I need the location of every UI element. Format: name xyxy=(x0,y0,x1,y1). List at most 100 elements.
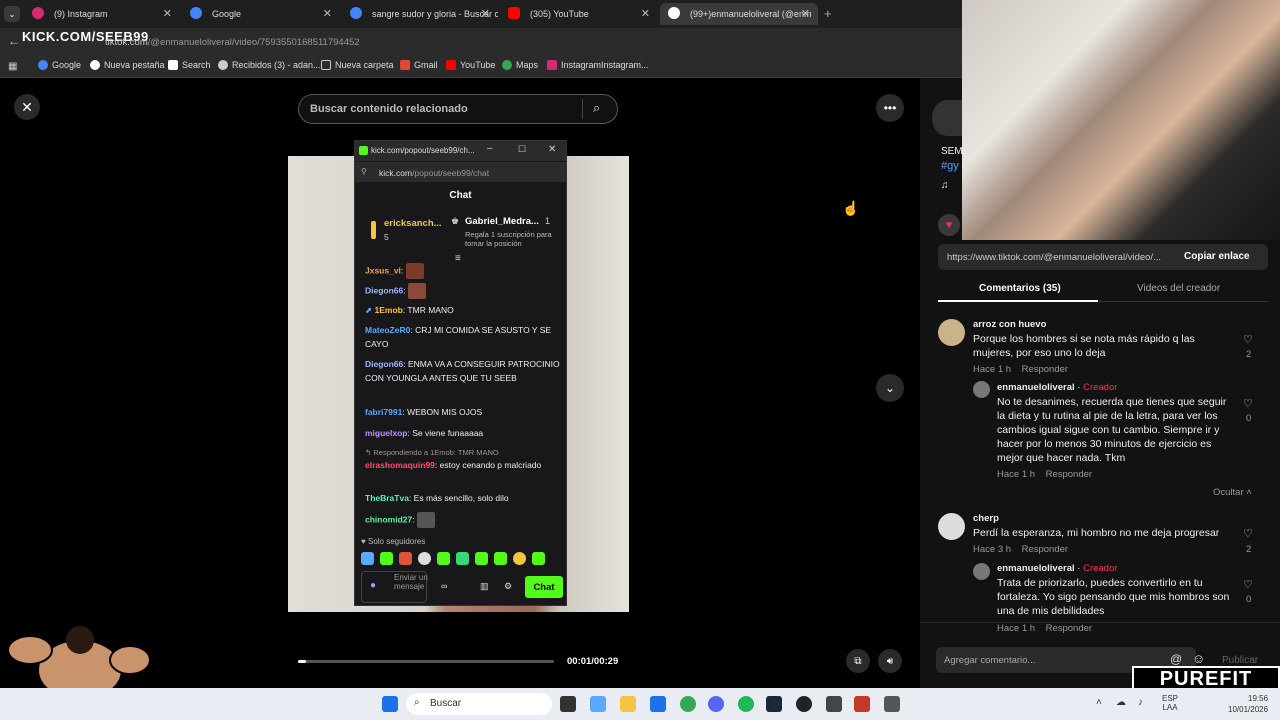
emote-icon[interactable] xyxy=(361,552,374,565)
taskbar-search[interactable]: ⌕ Buscar xyxy=(406,693,552,715)
obs-icon[interactable] xyxy=(796,696,812,712)
chat-username[interactable]: fabri7991 xyxy=(365,407,402,417)
bookmark-inbox[interactable]: Recibidos (3) - adan... xyxy=(218,60,321,70)
chat-username[interactable]: MateoZeR0 xyxy=(365,325,410,335)
chat-username[interactable]: chinomid27 xyxy=(365,514,412,524)
creator-avatar[interactable] xyxy=(932,100,962,136)
comment-username[interactable]: cherp xyxy=(973,512,999,526)
close-icon[interactable]: ✕ xyxy=(481,7,490,20)
gear-icon[interactable]: ⚙ xyxy=(504,581,512,592)
reply-button[interactable]: Responder xyxy=(1046,623,1092,634)
file-explorer-icon[interactable] xyxy=(620,696,636,712)
tray-chevron-icon[interactable]: ˄ xyxy=(1096,697,1102,708)
hide-replies-button[interactable]: Ocultar ˄ xyxy=(1213,486,1252,500)
heart-outline-icon[interactable]: ♡ xyxy=(1243,527,1253,541)
language-indicator[interactable]: ESP LAA xyxy=(1162,694,1178,712)
chrome-icon[interactable] xyxy=(680,696,696,712)
progress-track[interactable] xyxy=(298,660,554,663)
emote-icon[interactable] xyxy=(380,552,393,565)
windows-start-icon[interactable] xyxy=(382,696,398,712)
chat-username[interactable]: Diegon66 xyxy=(365,285,403,295)
minimize-icon[interactable]: – xyxy=(487,143,493,154)
chat-username[interactable]: Jxsus_vl xyxy=(365,265,401,275)
close-video-button[interactable]: ✕ xyxy=(14,94,40,120)
chevron-down-icon[interactable]: ⌄ xyxy=(876,374,904,402)
emote-icon[interactable] xyxy=(437,552,450,565)
task-view-icon[interactable] xyxy=(560,696,576,712)
avatar[interactable] xyxy=(973,381,990,398)
mini-player-icon[interactable]: ⧉ xyxy=(846,649,870,673)
loop-icon[interactable]: ∞ xyxy=(441,581,447,591)
volume-icon[interactable]: 🔊︎ xyxy=(878,649,902,673)
tab-instagram[interactable]: (9) Instagram ✕ xyxy=(24,3,180,25)
mic-icon[interactable]: ● xyxy=(370,580,376,591)
emote-icon[interactable] xyxy=(532,552,545,565)
bookmark-instagram[interactable]: InstagramInstagram... xyxy=(547,60,649,70)
store-icon[interactable] xyxy=(650,696,666,712)
emote-icon[interactable] xyxy=(475,552,488,565)
copy-link-button[interactable]: Copiar enlace xyxy=(1184,251,1250,262)
reply-button[interactable]: Responder xyxy=(1022,544,1068,555)
heart-outline-icon[interactable]: ♡ xyxy=(1243,397,1253,411)
calculator-icon[interactable] xyxy=(884,696,900,712)
close-icon[interactable]: ✕ xyxy=(801,7,810,20)
tab-youtube[interactable]: (305) YouTube ✕ xyxy=(500,3,658,25)
top-gifter-2-name[interactable]: Gabriel_Medra... xyxy=(465,216,539,227)
chat-username[interactable]: elrashomaquin99 xyxy=(365,460,435,470)
tab-menu-button[interactable]: ⌄ xyxy=(4,6,20,22)
chat-username[interactable]: 1Emob xyxy=(375,305,403,315)
emote-icon[interactable] xyxy=(418,552,431,565)
comment-username[interactable]: enmanueloliveral xyxy=(997,382,1075,393)
app-icon[interactable] xyxy=(854,696,870,712)
emote-icon[interactable] xyxy=(399,552,412,565)
close-icon[interactable]: ✕ xyxy=(548,144,556,155)
steam-icon[interactable] xyxy=(766,696,782,712)
more-options-icon[interactable]: ••• xyxy=(876,94,904,122)
back-icon[interactable]: ← xyxy=(8,34,20,48)
close-icon[interactable]: ✕ xyxy=(641,7,650,20)
cloud-icon[interactable]: ☁ xyxy=(1116,697,1126,708)
bookmark-gmail[interactable]: Gmail xyxy=(400,60,438,70)
emote-icon[interactable] xyxy=(513,552,526,565)
emote-icon[interactable] xyxy=(456,552,469,565)
send-chat-button[interactable]: Chat xyxy=(525,576,563,598)
bookmark-folder[interactable]: Nueva carpeta xyxy=(321,60,394,70)
chat-username[interactable]: TheBraTva xyxy=(365,493,409,503)
related-search[interactable]: Buscar contenido relacionado ⌕ xyxy=(298,94,618,124)
message-input[interactable]: ● Enviar un mensaje xyxy=(361,571,428,603)
reply-button[interactable]: Responder xyxy=(1022,364,1068,375)
share-url[interactable]: https://www.tiktok.com/@enmanueloliveral… xyxy=(947,252,1172,263)
search-icon[interactable]: ⌕ xyxy=(593,100,600,116)
bookmark-google[interactable]: Google xyxy=(38,60,81,70)
top-gifter-1-name[interactable]: ericksanch... xyxy=(384,218,442,229)
bookmark-search[interactable]: Search xyxy=(168,60,211,70)
apps-grid-icon[interactable]: ▦ xyxy=(8,61,17,72)
widgets-icon[interactable] xyxy=(590,696,606,712)
publish-button[interactable]: Publicar xyxy=(1222,655,1258,666)
mention-icon[interactable]: @ xyxy=(1170,652,1182,666)
tab-tiktok[interactable]: (99+)enmanueloliveral (@enm ✕ xyxy=(660,3,818,25)
mic-icon[interactable]: ♪ xyxy=(1138,697,1143,708)
tab-comments[interactable]: Comentarios (35) xyxy=(979,283,1061,294)
comment-username[interactable]: arroz con huevo xyxy=(973,318,1046,332)
like-heart-icon[interactable]: ♥ xyxy=(938,214,960,236)
tab-search[interactable]: sangre sudor y gloria - Buscar c ✕ xyxy=(342,3,498,25)
bookmark-youtube[interactable]: YouTube xyxy=(446,60,495,70)
store-icon[interactable]: ▥ xyxy=(480,581,489,592)
heart-outline-icon[interactable]: ♡ xyxy=(1243,578,1253,592)
emoji-icon[interactable]: ☺ xyxy=(1192,651,1205,666)
close-icon[interactable]: ✕ xyxy=(163,7,172,20)
avatar[interactable] xyxy=(973,563,990,580)
new-tab-button[interactable]: + xyxy=(824,6,832,21)
tab-google[interactable]: Google ✕ xyxy=(182,3,340,25)
reply-button[interactable]: Responder xyxy=(1046,469,1092,480)
avatar[interactable] xyxy=(938,319,965,346)
bookmark-new-tab[interactable]: Nueva pestaña xyxy=(90,60,165,70)
video-hashtag[interactable]: #gy xyxy=(941,160,959,172)
chat-username[interactable]: miguelxop xyxy=(365,428,408,438)
tab-creator-videos[interactable]: Videos del creador xyxy=(1137,283,1220,294)
chat-username[interactable]: Diegon66 xyxy=(365,359,403,369)
site-settings-icon[interactable]: ⚲ xyxy=(361,167,367,176)
bookmark-maps[interactable]: Maps xyxy=(502,60,538,70)
heart-outline-icon[interactable]: ♡ xyxy=(1243,333,1253,347)
